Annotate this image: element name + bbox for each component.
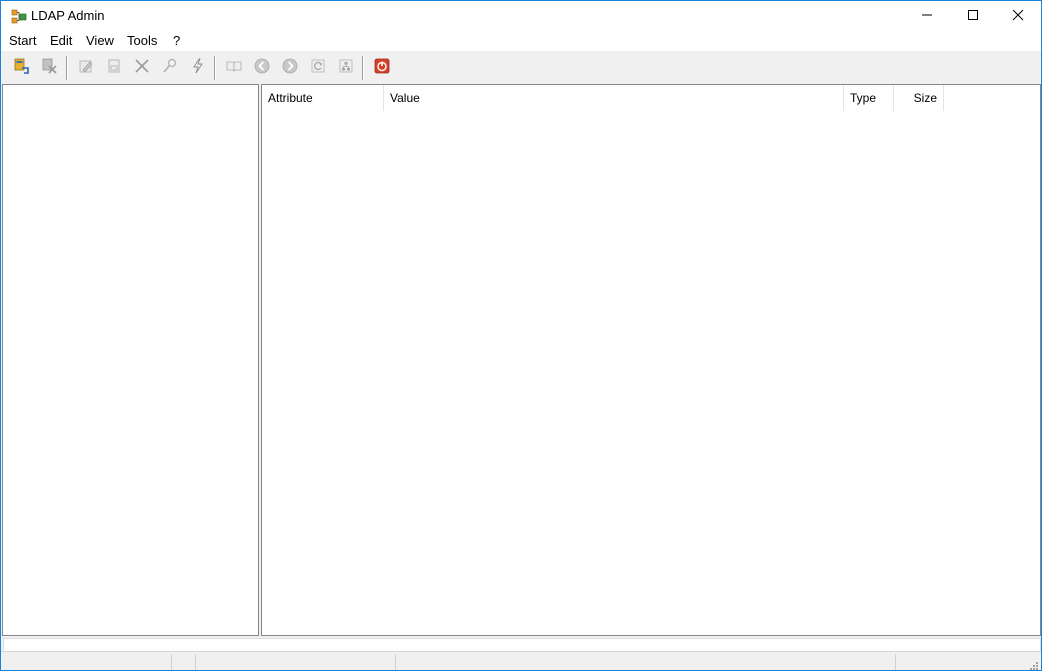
back-icon (253, 57, 271, 78)
resize-grip-icon[interactable] (1029, 659, 1039, 670)
refresh-icon (309, 57, 327, 78)
schema-icon (337, 57, 355, 78)
maximize-icon (967, 9, 979, 24)
menu-help[interactable]: ? (173, 33, 180, 48)
attributes-list-pane[interactable]: Attribute Value Type Size (261, 84, 1041, 636)
lightning-icon (189, 57, 207, 78)
status-panel-divider (171, 654, 172, 670)
forward-button[interactable] (279, 56, 301, 78)
exit-button[interactable] (371, 56, 393, 78)
maximize-button[interactable] (950, 1, 996, 31)
exit-icon (373, 57, 391, 78)
quick-action-button[interactable] (187, 56, 209, 78)
disconnect-icon (40, 57, 58, 78)
menu-bar: Start Edit View Tools ? (1, 31, 1041, 51)
toolbar-separator (66, 56, 68, 80)
column-header-value[interactable]: Value (384, 85, 844, 111)
book-icon (225, 57, 243, 78)
horizontal-scrollbar[interactable] (3, 638, 1041, 652)
save-icon (105, 57, 123, 78)
search-icon (161, 57, 179, 78)
status-panel-divider (895, 654, 896, 670)
column-header-attribute[interactable]: Attribute (262, 85, 384, 111)
menu-edit[interactable]: Edit (50, 33, 72, 48)
schema-button[interactable] (335, 56, 357, 78)
status-panel-divider (195, 654, 196, 670)
column-header-type[interactable]: Type (844, 85, 894, 111)
disconnect-button[interactable] (38, 56, 60, 78)
ldap-admin-app-icon (11, 9, 27, 25)
connect-button[interactable] (10, 56, 32, 78)
edit-icon (77, 57, 95, 78)
bookmarks-button[interactable] (223, 56, 245, 78)
close-icon (1012, 9, 1024, 24)
connect-icon (12, 57, 30, 78)
menu-tools[interactable]: Tools (127, 33, 157, 48)
status-panel-divider (395, 654, 396, 670)
refresh-button[interactable] (307, 56, 329, 78)
delete-button[interactable] (131, 56, 153, 78)
back-button[interactable] (251, 56, 273, 78)
menu-view[interactable]: View (86, 33, 114, 48)
close-button[interactable] (995, 1, 1041, 31)
directory-tree-pane[interactable] (2, 84, 259, 636)
delete-icon (133, 57, 151, 78)
search-button[interactable] (159, 56, 181, 78)
attributes-table-header: Attribute Value Type Size (262, 85, 1040, 111)
toolbar (1, 51, 1041, 83)
title-bar[interactable]: LDAP Admin (1, 1, 1041, 31)
toolbar-separator (362, 56, 364, 80)
toolbar-separator (214, 56, 216, 80)
column-header-size[interactable]: Size (894, 85, 944, 111)
window-title: LDAP Admin (31, 8, 105, 23)
minimize-button[interactable] (904, 1, 950, 31)
forward-icon (281, 57, 299, 78)
menu-start[interactable]: Start (9, 33, 36, 48)
app-window: LDAP Admin Start Edit View Tools ? Attri… (0, 0, 1042, 671)
edit-entry-button[interactable] (75, 56, 97, 78)
save-button[interactable] (103, 56, 125, 78)
minimize-icon (921, 9, 933, 24)
status-bar (1, 651, 1041, 670)
